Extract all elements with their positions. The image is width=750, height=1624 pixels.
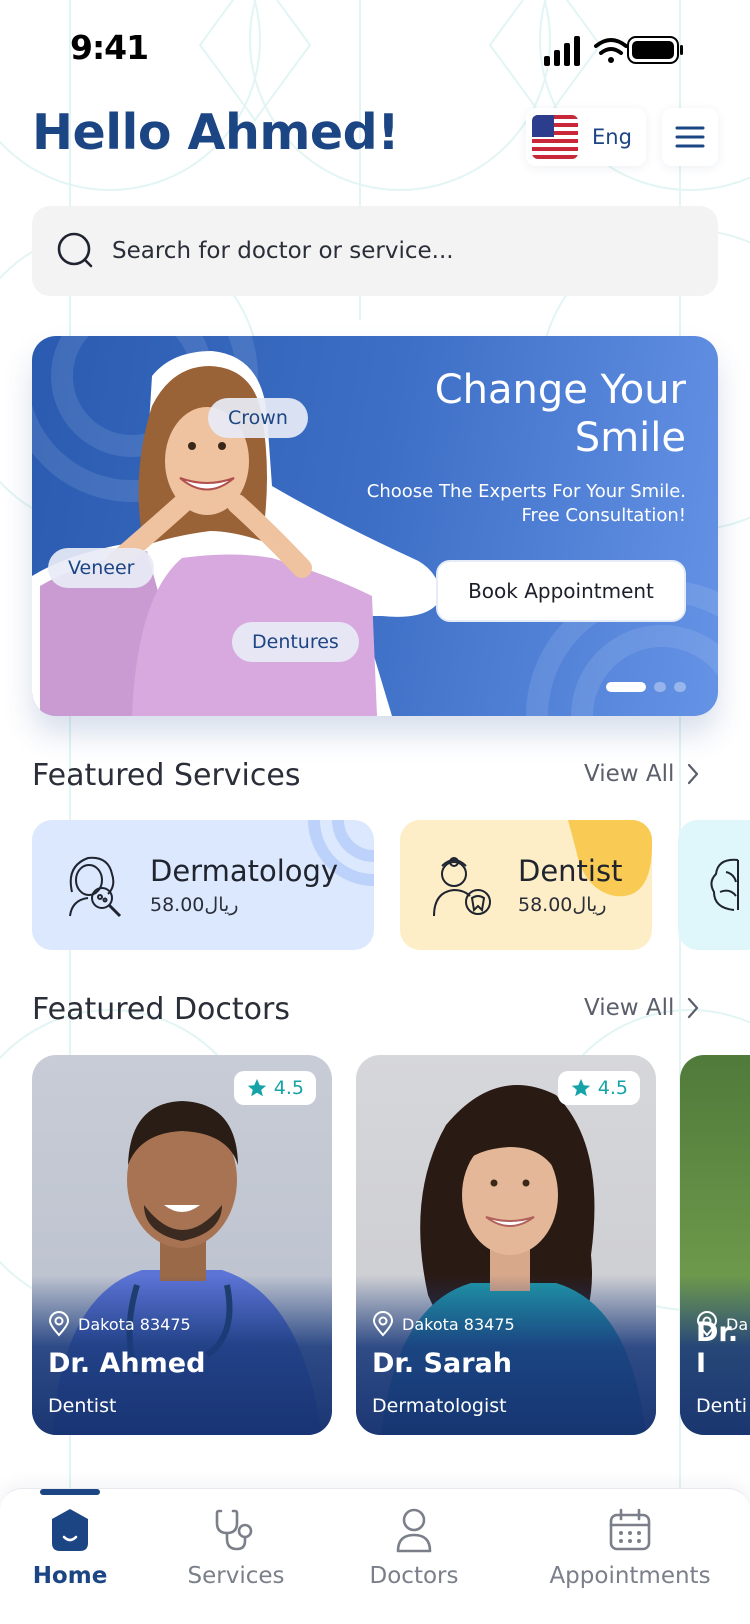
doctor-name: Dr. Sarah bbox=[372, 1348, 512, 1379]
home-icon bbox=[52, 1509, 88, 1551]
nav-appointments[interactable]: Appointments bbox=[540, 1507, 720, 1589]
banner-subtitle-line1: Choose The Experts For Your Smile. bbox=[366, 481, 686, 502]
menu-button[interactable] bbox=[662, 108, 718, 166]
service-name: Dermatology bbox=[150, 854, 339, 888]
tag-crown[interactable]: Crown bbox=[208, 398, 308, 438]
location-text: Dakota 83475 bbox=[78, 1314, 191, 1334]
location-pin-icon bbox=[372, 1311, 394, 1337]
chevron-right-icon bbox=[688, 763, 699, 785]
nav-doctors[interactable]: Doctors bbox=[364, 1507, 464, 1589]
carousel-dots bbox=[606, 682, 686, 692]
location-text: Dakota 83475 bbox=[402, 1314, 515, 1334]
service-name: Dentist bbox=[518, 854, 623, 888]
doctor-card-ahmed[interactable]: 4.5 Dakota 83475 Dr. Ahmed Dentist bbox=[32, 1055, 332, 1435]
service-text: Dentist 58.00ريال bbox=[518, 854, 622, 916]
status-time: 9:41 bbox=[70, 28, 149, 67]
bottom-navigation: Home Services Doctors Appointments bbox=[0, 1488, 750, 1624]
doctors-view-all[interactable]: View All bbox=[584, 995, 700, 1021]
doctor-location: Dakota 83475 bbox=[372, 1311, 515, 1337]
services-view-all-label: View All bbox=[584, 761, 675, 787]
battery-icon bbox=[627, 36, 683, 64]
service-card-dentist[interactable]: Dentist 58.00ريال bbox=[400, 820, 652, 950]
service-card-dermatology[interactable]: Dermatology 58.00ريال bbox=[32, 820, 374, 950]
status-icons bbox=[544, 36, 683, 66]
doctor-card-third[interactable]: Da Dr. I Denti bbox=[680, 1055, 750, 1435]
rating-value: 4.5 bbox=[273, 1077, 304, 1099]
nav-home[interactable]: Home bbox=[32, 1507, 108, 1589]
rating-value: 4.5 bbox=[597, 1077, 628, 1099]
featured-doctors-title: Featured Doctors bbox=[32, 992, 290, 1027]
person-icon bbox=[396, 1508, 432, 1553]
doctor-rating: 4.5 bbox=[233, 1071, 316, 1105]
doctor-specialty: Dermatologist bbox=[372, 1395, 507, 1417]
nav-label: Services bbox=[187, 1563, 285, 1589]
doctor-location: Dakota 83475 bbox=[48, 1311, 191, 1337]
banner-subtitle-line2: Free Consultation! bbox=[521, 505, 686, 526]
featured-services-title: Featured Services bbox=[32, 758, 301, 793]
service-price: 58.00ريال bbox=[518, 894, 607, 916]
search-icon bbox=[57, 232, 93, 268]
stethoscope-icon bbox=[215, 1509, 253, 1551]
doctor-specialty: Dentist bbox=[48, 1395, 117, 1417]
language-label: Eng bbox=[592, 125, 632, 149]
tag-veneer[interactable]: Veneer bbox=[48, 548, 155, 588]
us-flag-icon bbox=[532, 115, 578, 159]
calendar-icon bbox=[609, 1508, 651, 1551]
hamburger-icon bbox=[675, 126, 705, 148]
book-appointment-button[interactable]: Book Appointment bbox=[436, 560, 686, 622]
doctor-rating: 4.5 bbox=[557, 1071, 640, 1105]
nav-label: Appointments bbox=[549, 1563, 711, 1589]
doctor-specialty: Denti bbox=[696, 1395, 748, 1417]
search-placeholder: Search for doctor or service... bbox=[112, 238, 454, 264]
dentist-icon bbox=[433, 857, 491, 917]
tag-dentures[interactable]: Dentures bbox=[232, 622, 359, 662]
star-icon bbox=[247, 1078, 266, 1097]
carousel-dot-3[interactable] bbox=[674, 682, 686, 692]
service-card-neurology[interactable] bbox=[678, 820, 750, 950]
doctor-name: Dr. Ahmed bbox=[48, 1348, 206, 1379]
location-pin-icon bbox=[48, 1311, 70, 1337]
banner-title: Change Your Smile bbox=[434, 367, 686, 461]
nav-label: Home bbox=[32, 1563, 108, 1589]
wifi-icon bbox=[594, 38, 628, 63]
doctor-name: Dr. I bbox=[696, 1317, 739, 1379]
chevron-right-icon bbox=[688, 997, 699, 1019]
greeting-title: Hello Ahmed! bbox=[32, 104, 400, 161]
service-price: 58.00ريال bbox=[150, 894, 239, 916]
brain-icon bbox=[710, 858, 739, 911]
doctor-card-sarah[interactable]: 4.5 Dakota 83475 Dr. Sarah Dermatologist bbox=[356, 1055, 656, 1435]
promo-banner[interactable]: Change Your Smile Choose The Experts For… bbox=[32, 336, 718, 716]
carousel-dot-1[interactable] bbox=[606, 682, 646, 692]
star-icon bbox=[571, 1078, 590, 1097]
search-input[interactable]: Search for doctor or service... bbox=[32, 206, 718, 296]
carousel-dot-2[interactable] bbox=[654, 682, 666, 692]
nav-label: Doctors bbox=[369, 1563, 459, 1589]
nav-services[interactable]: Services bbox=[186, 1507, 286, 1589]
signal-icon bbox=[544, 36, 580, 66]
services-view-all[interactable]: View All bbox=[584, 761, 700, 787]
service-text: Dermatology 58.00ريال bbox=[150, 854, 338, 916]
banner-subtitle: Choose The Experts For Your Smile. Free … bbox=[306, 480, 686, 528]
language-selector[interactable]: Eng bbox=[526, 108, 646, 166]
active-tab-indicator bbox=[40, 1489, 100, 1495]
doctors-view-all-label: View All bbox=[584, 995, 675, 1021]
dermatology-icon bbox=[69, 856, 122, 918]
